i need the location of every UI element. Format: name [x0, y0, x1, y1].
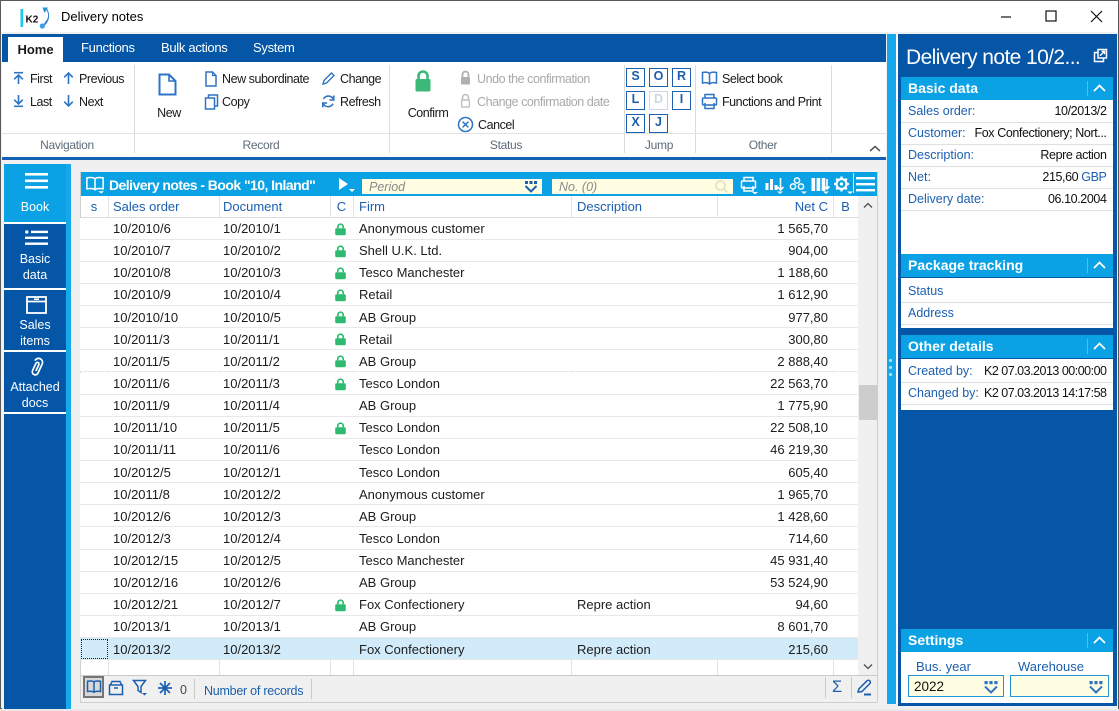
- svg-text:K2: K2: [26, 15, 39, 26]
